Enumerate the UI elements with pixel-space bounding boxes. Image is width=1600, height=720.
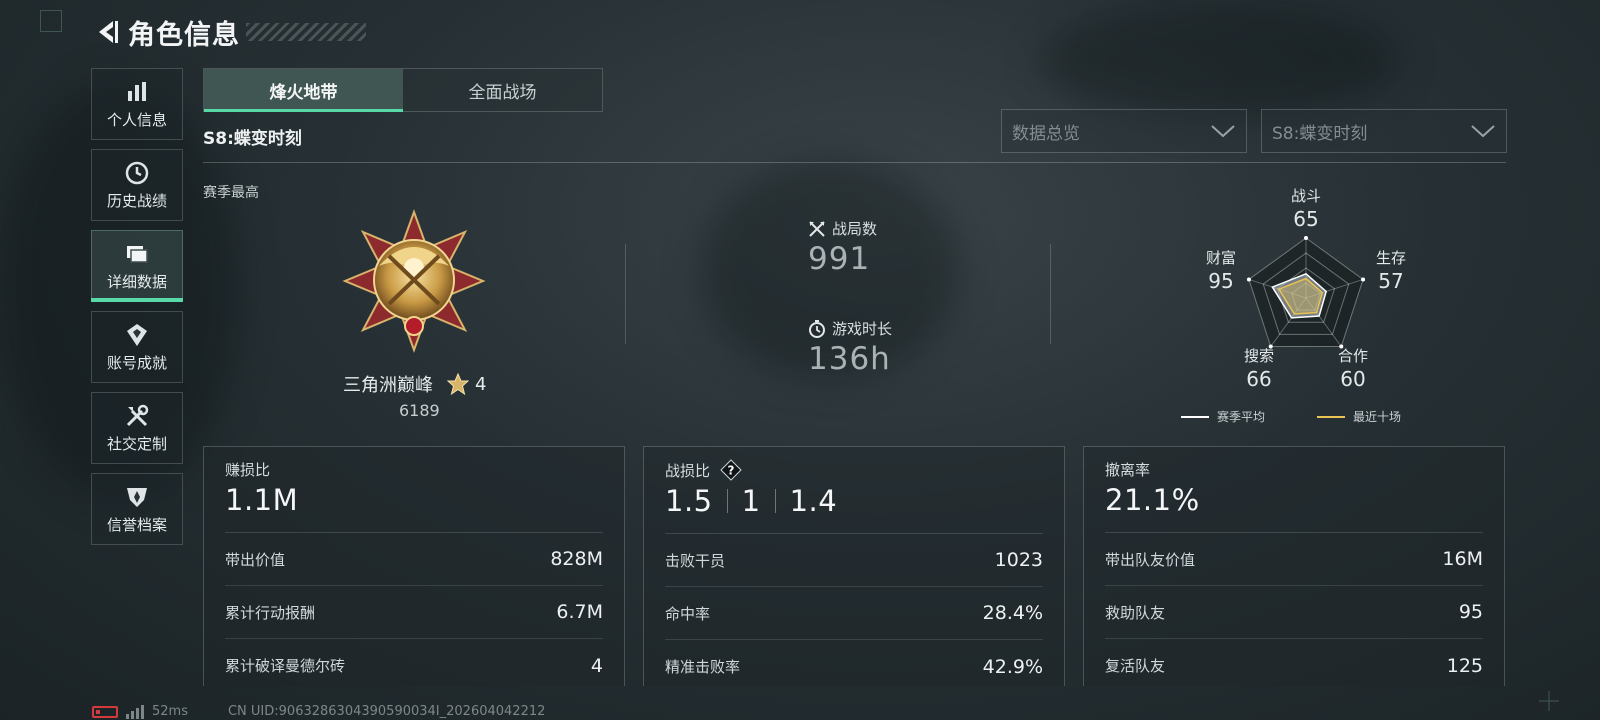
radar-chart: 战斗 65 生存 57 合作 60 搜索 66 财富 95 <box>1181 186 1431 426</box>
sidebar-item-label: 个人信息 <box>106 110 167 129</box>
radar-axis-dot <box>1246 277 1251 282</box>
signal-icon <box>126 704 144 719</box>
header: 角色信息 <box>92 12 366 52</box>
tab-full-battlefield[interactable]: 全面战场 <box>403 69 602 111</box>
radar-label-search: 搜索 66 <box>1243 347 1274 391</box>
card-title: 赚损比 <box>225 461 271 479</box>
sidebar-item-achievements[interactable]: 账号成就 <box>91 311 183 383</box>
sidebar-item-social[interactable]: 社交定制 <box>91 392 183 464</box>
divider <box>1050 244 1051 344</box>
stat-cards: 赚损比 1.1M 带出价值 828M 累计行动报酬 6.7M 累计破译曼德尔砖 4 战… <box>203 446 1505 686</box>
radar-axis-dot <box>1304 236 1308 240</box>
view-dropdown[interactable]: 数据总览 <box>1001 109 1247 153</box>
list-item: 救助队友 95 <box>1105 586 1483 639</box>
svg-text:?: ? <box>728 464 735 478</box>
card-extraction-rate: 撤离率 21.1% 带出队友价值 16M 救助队友 95 复活队友 125 <box>1083 446 1505 686</box>
season-title: S8:蝶变时刻 <box>203 129 302 149</box>
matches-label: 战局数 <box>832 220 878 238</box>
sidebar-item-label: 详细数据 <box>106 272 167 291</box>
list-item: 命中率 28.4% <box>665 587 1043 640</box>
playtime-value: 136h <box>808 341 891 377</box>
list-item: 累计破译曼德尔砖 4 <box>225 654 603 677</box>
kd-value-2: 1 <box>741 484 761 518</box>
back-arrow-icon <box>99 21 118 43</box>
radar-label-wealth: 财富 95 <box>1205 249 1236 293</box>
rank-stars: 4 <box>475 373 487 395</box>
playtime-label: 游戏时长 <box>832 320 893 338</box>
radar-label-survival: 生存 57 <box>1375 249 1406 293</box>
kd-value-1: 1.5 <box>665 484 713 518</box>
mode-tabs: 烽火地带 全面战场 <box>203 68 603 112</box>
tools-icon <box>124 403 150 429</box>
ping-value: 52ms <box>152 704 188 719</box>
sidebar-item-label: 历史战绩 <box>106 191 167 210</box>
sidebar-item-reputation[interactable]: 信誉档案 <box>91 473 183 545</box>
shield-icon <box>124 484 150 510</box>
divider <box>203 162 1506 163</box>
matches-stat: 战局数 991 <box>808 218 877 277</box>
crossed-swords-icon <box>809 220 825 237</box>
radar-legend: 赛季平均 最近十场 <box>1181 408 1401 425</box>
view-dropdown-value: 数据总览 <box>1012 123 1080 144</box>
season-best-label: 赛季最高 <box>203 185 259 201</box>
star-icon <box>447 373 469 395</box>
radar-axis-dot <box>1361 277 1366 282</box>
legend-recent-ten: 最近十场 <box>1317 408 1401 425</box>
card-title-row: 战损比 ? <box>665 459 1043 481</box>
kd-value-3: 1.4 <box>789 484 838 518</box>
sidebar-item-label: 账号成就 <box>106 353 167 372</box>
corner-marker <box>40 10 62 32</box>
season-dropdown-value: S8:蝶变时刻 <box>1272 123 1368 144</box>
divider <box>625 244 626 344</box>
list-item: 累计行动报酬 6.7M <box>225 586 603 639</box>
rank-name: 三角洲巅峰 <box>343 375 433 396</box>
sidebar-item-personal-info[interactable]: 个人信息 <box>91 68 183 140</box>
stopwatch-icon <box>809 319 825 338</box>
card-value: 1.5 1 1.4 <box>665 483 1043 519</box>
card-title: 撤离率 <box>1105 461 1151 479</box>
list-item: 带出队友价值 16M <box>1105 533 1483 586</box>
tab-warfare-zone[interactable]: 烽火地带 <box>204 69 403 112</box>
badge-icon <box>124 322 150 348</box>
help-icon[interactable]: ? <box>720 459 742 481</box>
chevron-down-icon <box>1471 125 1495 138</box>
folder-icon <box>124 241 150 267</box>
card-title: 战损比 <box>665 461 711 480</box>
page-title: 角色信息 <box>128 19 240 51</box>
list-item: 击败干员 1023 <box>665 534 1043 587</box>
sidebar: 个人信息 历史战绩 详细数据 账号成就 社交定制 信誉档案 <box>91 68 183 554</box>
season-dropdown[interactable]: S8:蝶变时刻 <box>1261 109 1507 153</box>
matches-value: 991 <box>808 241 871 277</box>
legend-season-average: 赛季平均 <box>1181 408 1265 425</box>
battery-icon <box>92 705 118 718</box>
chevron-down-icon <box>1211 125 1235 138</box>
list-item: 复活队友 125 <box>1105 654 1483 677</box>
sidebar-item-label: 社交定制 <box>106 434 167 453</box>
uid-text: CN UID:9063286304390590034I_202604042212 <box>227 704 546 719</box>
sidebar-item-history[interactable]: 历史战绩 <box>91 149 183 221</box>
list-item: 带出价值 828M <box>225 533 603 586</box>
clock-icon <box>124 160 150 186</box>
rank-info: 三角洲巅峰 4 <box>343 371 486 397</box>
rank-score: 6189 <box>399 401 440 420</box>
card-value: 1.1M <box>225 483 299 517</box>
radar-label-cooperation: 合作 60 <box>1337 347 1368 391</box>
status-bar: 52ms CN UID:9063286304390590034I_2026040… <box>92 704 545 719</box>
card-value: 21.1% <box>1105 483 1200 517</box>
crosshair-icon <box>1539 691 1559 711</box>
main-panel: 烽火地带 全面战场 S8:蝶变时刻 数据总览 S8:蝶变时刻 赛季最高 三角洲巅… <box>203 68 1507 686</box>
sidebar-item-label: 信誉档案 <box>106 515 167 534</box>
playtime-stat: 游戏时长 136h <box>808 318 892 377</box>
list-item: 精准击败率 42.9% <box>665 655 1043 678</box>
card-kd-ratio: 战损比 ? 1.5 1 1.4 击败干员 1023 命中率 28.4% 精准击败率 4… <box>643 446 1065 686</box>
sidebar-item-detailed-data[interactable]: 详细数据 <box>91 230 183 302</box>
bar-chart-icon <box>124 79 150 105</box>
radar-label-combat: 战斗 65 <box>1290 187 1321 231</box>
card-profit-loss: 赚损比 1.1M 带出价值 828M 累计行动报酬 6.7M 累计破译曼德尔砖 4 <box>203 446 625 686</box>
back-button[interactable] <box>92 17 122 47</box>
rank-medal-icon <box>342 209 486 353</box>
title-decoration <box>246 23 366 41</box>
